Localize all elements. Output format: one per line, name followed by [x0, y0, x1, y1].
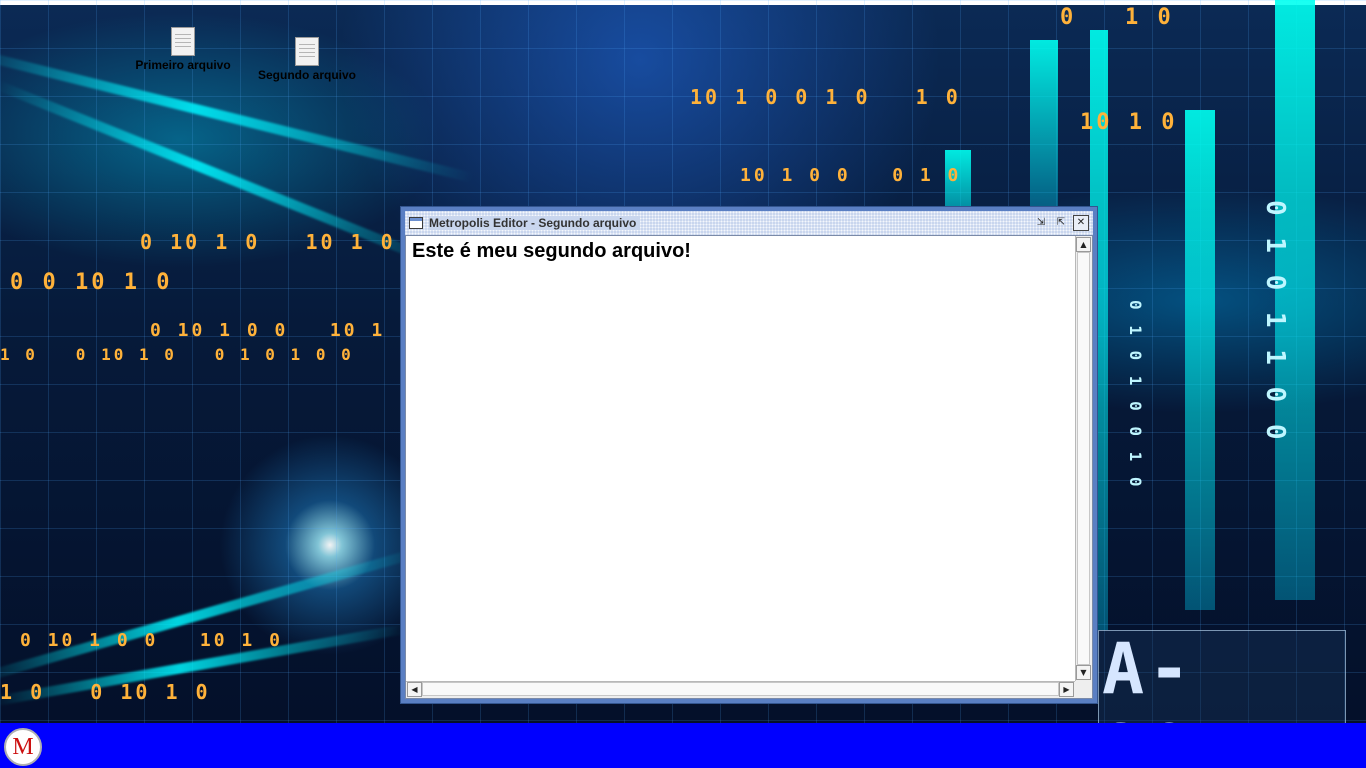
binary-digits: 10 1 0 0 0 1 0	[740, 165, 962, 186]
editor-content[interactable]: Este é meu segundo arquivo! ▲ ▼ ◀ ▶	[405, 235, 1093, 699]
scroll-right-icon[interactable]: ▶	[1059, 682, 1074, 697]
binary-digits: 0 10 1 0 0 10 1 0	[20, 630, 283, 651]
window-titlebar[interactable]: Metropolis Editor - Segundo arquivo ⇲ ⇱ …	[405, 211, 1093, 235]
vertical-scrollbar[interactable]: ▲ ▼	[1075, 236, 1092, 681]
window-title: Metropolis Editor - Segundo arquivo	[429, 216, 641, 230]
binary-digits: 1 0 0 10 1 0	[0, 680, 211, 704]
binary-digits: 1 0 0 10 1 0 0 1 0 1 0 0	[0, 345, 354, 364]
window-controls: ⇲ ⇱ ✕	[1033, 215, 1093, 231]
close-icon[interactable]: ✕	[1073, 215, 1089, 231]
vertical-scroll-thumb[interactable]	[1077, 252, 1090, 665]
desktop-icon-label: Primeiro arquivo	[135, 58, 231, 72]
binary-digits: 0 1 0	[1060, 5, 1174, 30]
light-bar	[1185, 110, 1215, 610]
binary-digits: 0 1 0 1 0 0 1 0	[1126, 300, 1145, 490]
scroll-down-icon[interactable]: ▼	[1076, 665, 1091, 680]
desktop-icon-segundo-arquivo[interactable]: Segundo arquivo	[252, 37, 362, 82]
desktop-icon-primeiro-arquivo[interactable]: Primeiro arquivo	[128, 27, 238, 72]
start-button[interactable]: M	[4, 728, 42, 766]
scroll-corner	[1075, 681, 1092, 698]
light-bar	[1030, 40, 1058, 210]
binary-digits: 0 0 10 1 0	[10, 270, 173, 295]
binary-digits: 0 10 1 0 0 10 1 0	[150, 320, 413, 341]
file-icon	[171, 27, 195, 56]
binary-digits: 10 1 0	[1080, 110, 1178, 135]
horizontal-scroll-thumb[interactable]	[422, 682, 1059, 696]
editor-window[interactable]: Metropolis Editor - Segundo arquivo ⇲ ⇱ …	[400, 206, 1098, 704]
binary-digits: 10 1 0 0 1 0 1 0	[690, 85, 961, 109]
wallpaper-brand-text: A-2077	[1102, 628, 1283, 723]
taskbar: M	[0, 723, 1366, 768]
window-icon	[409, 217, 423, 229]
horizontal-scrollbar[interactable]: ◀ ▶	[406, 681, 1075, 698]
desktop-icon-label: Segundo arquivo	[257, 68, 356, 82]
maximize-icon[interactable]: ⇱	[1053, 215, 1069, 231]
file-icon	[295, 37, 319, 66]
scroll-left-icon[interactable]: ◀	[407, 682, 422, 697]
binary-digits: 0 10 1 0 10 1 0	[140, 230, 396, 254]
minimize-icon[interactable]: ⇲	[1033, 215, 1049, 231]
binary-digits: 0 1 0 1 1 0 0	[1260, 200, 1290, 443]
editor-text[interactable]: Este é meu segundo arquivo!	[412, 240, 1068, 263]
scroll-up-icon[interactable]: ▲	[1076, 237, 1091, 252]
